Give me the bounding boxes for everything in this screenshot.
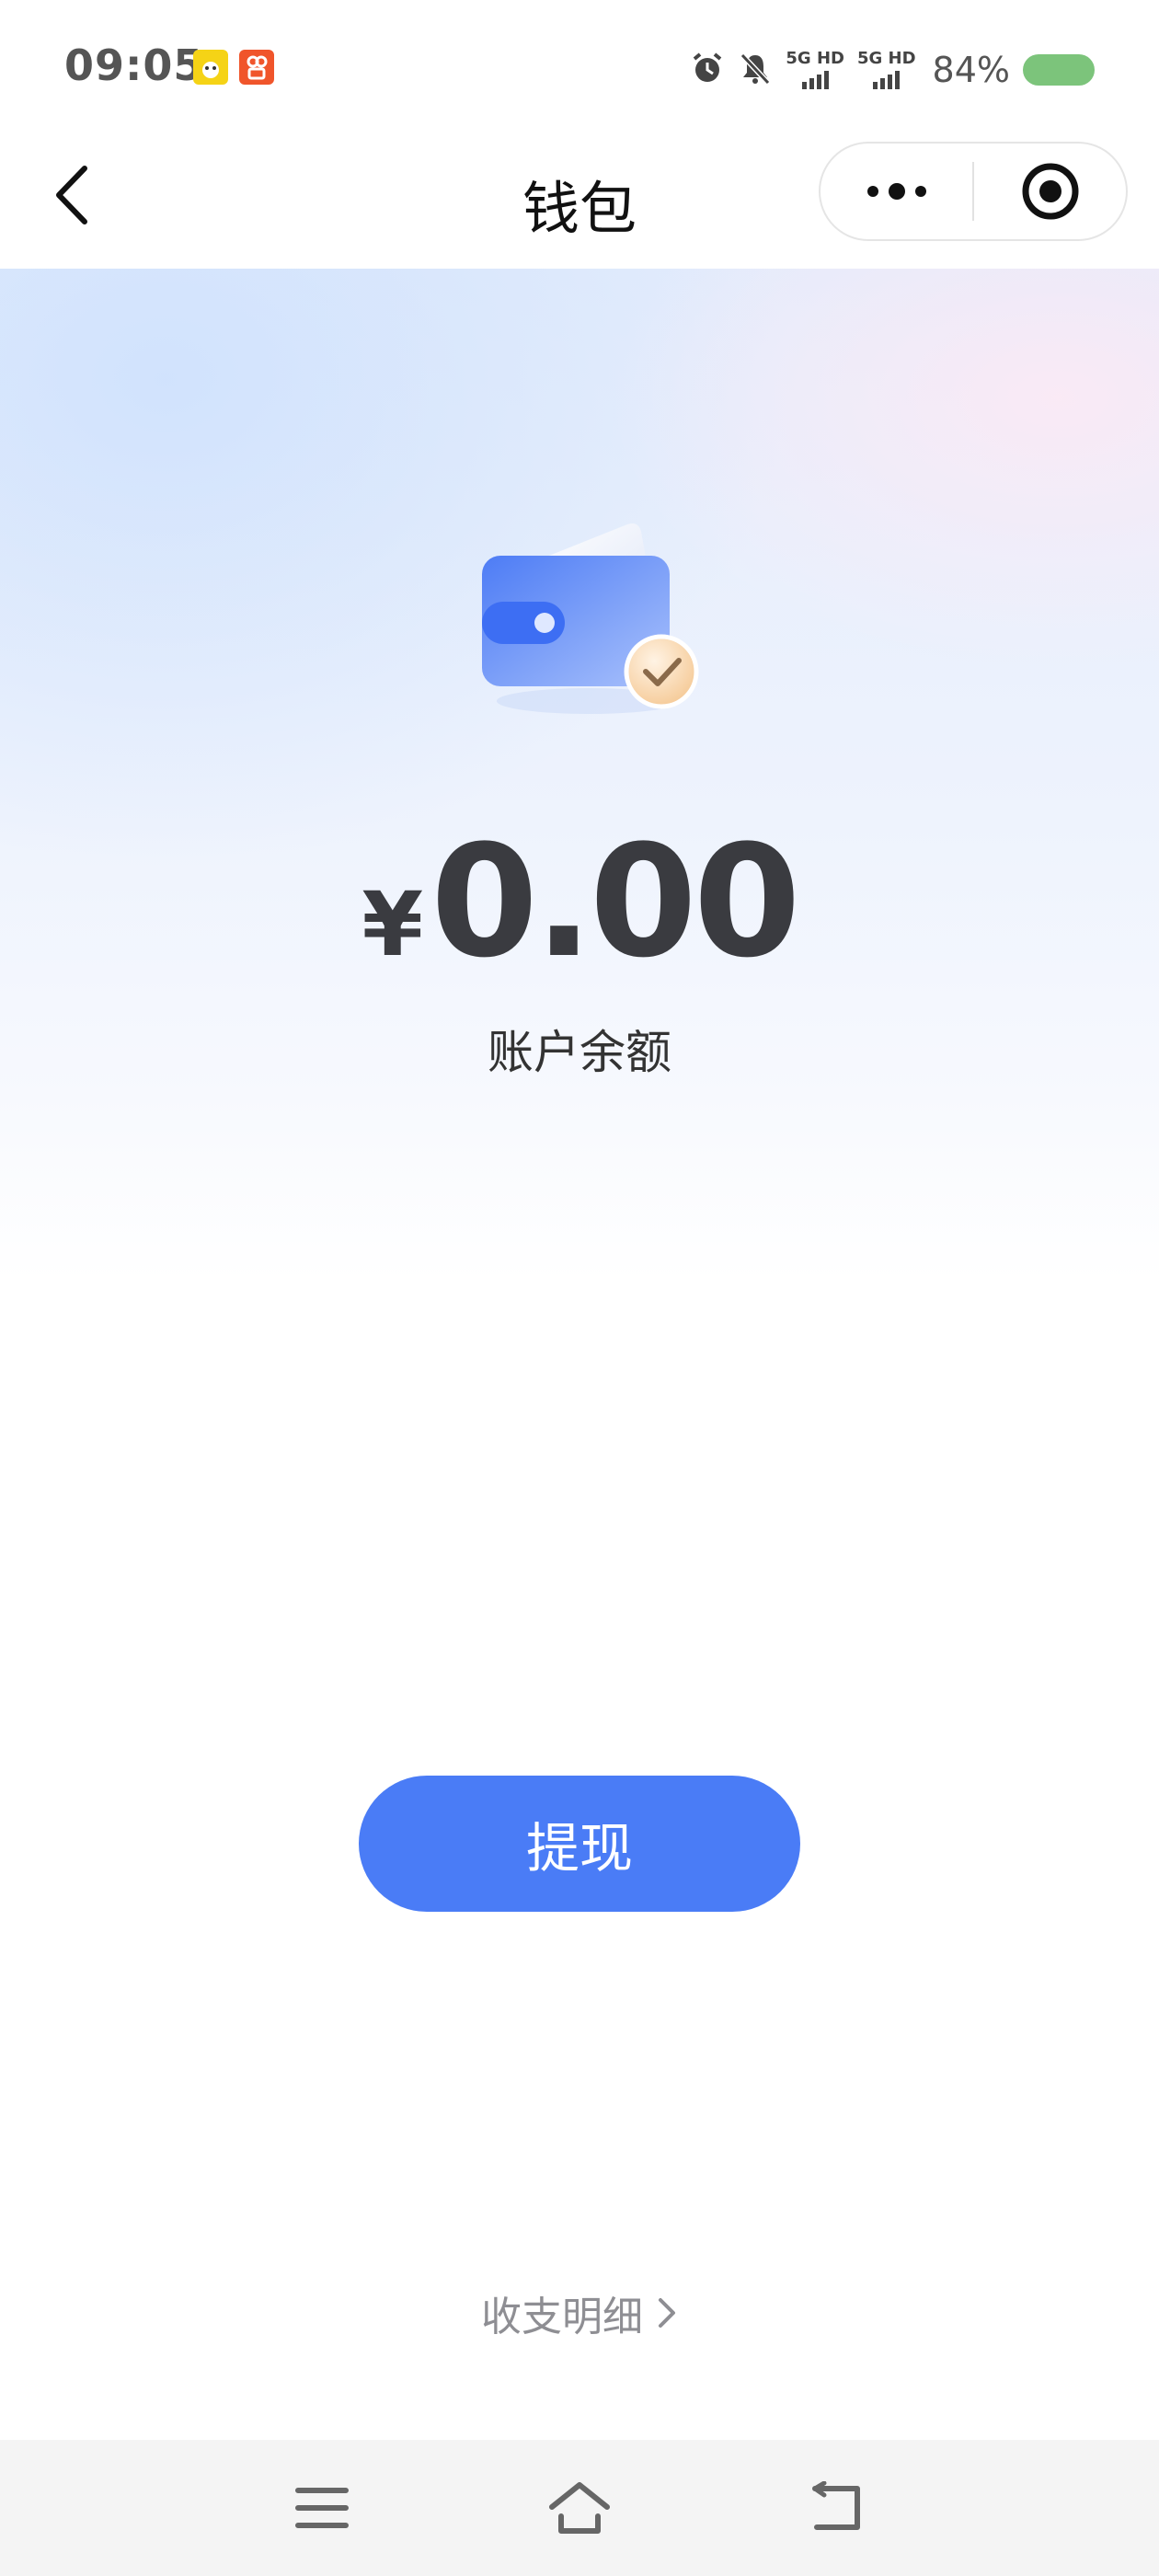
menu-icon xyxy=(295,2488,349,2528)
sim2-label: 5G HD xyxy=(856,49,916,68)
nav-bar: 钱包 xyxy=(0,138,1159,269)
mute-bell-icon xyxy=(738,51,773,89)
wallet-icon xyxy=(471,506,706,727)
battery-icon xyxy=(1023,54,1095,86)
home-button[interactable] xyxy=(543,2471,616,2545)
balance-amount: ¥ 0.00 xyxy=(0,811,1159,992)
alarm-icon xyxy=(690,51,725,89)
home-icon xyxy=(549,2482,610,2534)
back-nav-button[interactable] xyxy=(800,2471,874,2545)
target-circle-icon xyxy=(1022,163,1078,220)
menu-button[interactable] xyxy=(285,2471,359,2545)
more-button[interactable] xyxy=(820,144,972,239)
back-icon xyxy=(812,2481,860,2530)
yellow-app-icon xyxy=(193,50,228,85)
more-dots-icon xyxy=(866,183,926,200)
status-indicators: 5G HD 5G HD 84% xyxy=(690,44,1095,96)
mini-program-capsule xyxy=(819,142,1128,241)
battery-percent: 84% xyxy=(932,50,1010,90)
status-bar: 09:05 5G HD 5G HD 84% xyxy=(0,0,1159,138)
currency-symbol: ¥ xyxy=(361,873,424,976)
chevron-right-icon xyxy=(659,2298,675,2328)
transaction-details-link[interactable]: 收支明细 xyxy=(0,2283,1159,2342)
balance-label: 账户余额 xyxy=(488,1026,671,1079)
close-button[interactable] xyxy=(974,144,1126,239)
system-nav-bar xyxy=(0,2440,1159,2576)
orange-app-icon xyxy=(239,50,274,85)
chevron-left-icon xyxy=(56,166,87,224)
wallet-main: ¥ 0.00 账户余额 提现 收支明细 xyxy=(0,269,1159,2440)
sim1-label: 5G HD xyxy=(786,49,844,68)
signal-icon: 5G HD xyxy=(857,51,916,89)
signal-icon: 5G HD xyxy=(786,51,844,89)
back-button[interactable] xyxy=(37,158,110,232)
balance-value: 0.00 xyxy=(430,811,801,992)
details-label: 收支明细 xyxy=(481,2294,643,2340)
status-time: 09:05 xyxy=(64,40,204,90)
withdraw-button[interactable]: 提现 xyxy=(359,1776,800,1912)
